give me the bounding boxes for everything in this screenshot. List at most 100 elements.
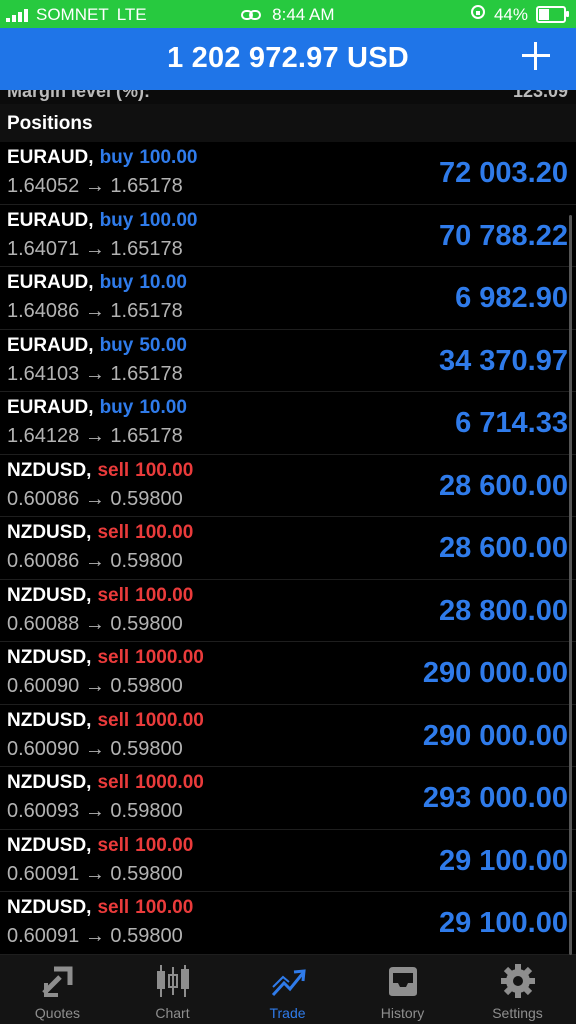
- position-side: sell: [97, 709, 130, 731]
- position-volume: 100.00: [139, 209, 198, 231]
- history-inbox-icon: [389, 967, 417, 996]
- position-prices: 0.60091 → 0.59800: [7, 862, 183, 885]
- status-bar: SOMNET LTE 8:44 AM 44%: [0, 0, 576, 28]
- tab-label: History: [380, 1005, 425, 1021]
- position-row[interactable]: NZDUSD, sell 1000.00 0.60090 → 0.59800 290 0…: [0, 705, 576, 767]
- section-title: Positions: [7, 113, 93, 134]
- position-title: EURAUD, buy 50.00: [7, 335, 187, 357]
- position-title: NZDUSD, sell 100.00: [7, 585, 193, 607]
- position-profit: 28 800.00: [438, 594, 568, 627]
- position-title: EURAUD, buy 10.00: [7, 397, 187, 419]
- position-volume: 100.00: [135, 459, 194, 481]
- position-side: sell: [97, 897, 130, 918]
- position-profit: 70 788.22: [438, 219, 568, 252]
- position-row[interactable]: NZDUSD, sell 100.00 0.60091 → 0.59800 29 100…: [0, 892, 576, 955]
- position-volume: 100.00: [135, 522, 194, 543]
- position-side: sell: [97, 834, 130, 856]
- position-symbol: NZDUSD,: [7, 647, 92, 668]
- position-volume: 10.00: [139, 272, 187, 293]
- app-header: 1 202 972.97 USD: [0, 28, 576, 90]
- position-profit: 290 000.00: [422, 719, 568, 752]
- position-title: NZDUSD, sell 100.00: [7, 522, 193, 544]
- position-prices: 1.64086 → 1.65178: [7, 300, 183, 322]
- position-row[interactable]: NZDUSD, sell 100.00 0.60086 → 0.59800 28 600…: [0, 517, 576, 580]
- position-title: NZDUSD, sell 100.00: [7, 460, 193, 482]
- position-title: EURAUD, buy 100.00: [7, 210, 197, 232]
- position-title: NZDUSD, sell 1000.00: [7, 647, 204, 669]
- position-profit: 28 600.00: [438, 469, 568, 502]
- position-title: NZDUSD, sell 100.00: [7, 835, 193, 857]
- add-order-button[interactable]: [522, 42, 550, 70]
- position-side: buy: [99, 147, 134, 168]
- position-profit: 34 370.97: [438, 344, 568, 377]
- position-symbol: EURAUD,: [7, 397, 94, 418]
- position-row[interactable]: EURAUD, buy 100.00 1.64071 → 1.65178 70 788.…: [0, 205, 576, 267]
- tab-settings[interactable]: Settings: [460, 955, 575, 1024]
- margin-level-row: Margin level (%): 123.09: [0, 90, 576, 104]
- position-symbol: NZDUSD,: [7, 709, 92, 731]
- position-volume: 100.00: [139, 147, 198, 168]
- position-symbol: EURAUD,: [7, 272, 94, 293]
- position-row[interactable]: NZDUSD, sell 1000.00 0.60093 → 0.59800 293 0…: [0, 767, 576, 830]
- position-title: NZDUSD, sell 1000.00: [7, 710, 204, 732]
- position-prices: 1.64128 → 1.65178: [7, 425, 183, 447]
- position-volume: 10.00: [139, 397, 187, 418]
- position-volume: 50.00: [139, 334, 187, 356]
- battery-icon: [536, 6, 569, 23]
- position-symbol: EURAUD,: [7, 147, 94, 168]
- position-row[interactable]: NZDUSD, sell 100.00 0.60091 → 0.59800 29 100…: [0, 830, 576, 892]
- position-profit: 6 982.90: [455, 282, 568, 314]
- position-volume: 100.00: [135, 834, 194, 856]
- position-row[interactable]: EURAUD, buy 10.00 1.64086 → 1.65178 6 982.90: [0, 267, 576, 330]
- position-volume: 1000.00: [135, 647, 204, 668]
- tab-label: Quotes: [34, 1005, 81, 1021]
- position-profit: 293 000.00: [422, 782, 568, 814]
- positions-list[interactable]: EURAUD, buy 100.00 1.64052 → 1.65178 72 003.…: [0, 142, 576, 955]
- position-row[interactable]: EURAUD, buy 10.00 1.64128 → 1.65178 6 714.33: [0, 392, 576, 455]
- position-prices: 0.60093 → 0.59800: [7, 800, 183, 822]
- margin-level-label: Margin level (%):: [7, 90, 151, 101]
- position-prices: 0.60086 → 0.59800: [7, 550, 183, 572]
- position-profit: 72 003.20: [438, 157, 568, 189]
- position-row[interactable]: EURAUD, buy 50.00 1.64103 → 1.65178 34 370.9…: [0, 330, 576, 392]
- position-symbol: NZDUSD,: [7, 522, 92, 543]
- position-symbol: NZDUSD,: [7, 834, 92, 856]
- position-symbol: EURAUD,: [7, 209, 94, 231]
- position-profit: 29 100.00: [438, 844, 568, 877]
- margin-level-value: 123.09: [512, 90, 568, 101]
- tab-bar: Quotes Chart Trade History Settings: [0, 955, 576, 1024]
- tab-chart[interactable]: Chart: [115, 955, 230, 1024]
- position-prices: 1.64103 → 1.65178: [7, 362, 183, 385]
- position-prices: 0.60086 → 0.59800: [7, 487, 183, 510]
- position-profit: 28 600.00: [438, 532, 568, 564]
- positions-section-header: Positions: [0, 104, 576, 142]
- chart-candles-icon: [157, 965, 189, 997]
- position-symbol: EURAUD,: [7, 334, 94, 356]
- position-prices: 0.60091 → 0.59800: [7, 925, 183, 947]
- position-side: buy: [99, 272, 134, 293]
- position-title: NZDUSD, sell 1000.00: [7, 772, 204, 794]
- position-prices: 1.64071 → 1.65178: [7, 237, 183, 260]
- position-row[interactable]: NZDUSD, sell 100.00 0.60086 → 0.59800 28 600…: [0, 455, 576, 517]
- tab-quotes[interactable]: Quotes: [0, 955, 115, 1024]
- position-side: sell: [97, 459, 130, 481]
- scrollbar[interactable]: [569, 215, 572, 955]
- rotation-lock-icon: [470, 4, 486, 25]
- position-row[interactable]: NZDUSD, sell 1000.00 0.60090 → 0.59800 290 0…: [0, 642, 576, 705]
- position-prices: 1.64052 → 1.65178: [7, 175, 183, 197]
- tab-trade[interactable]: Trade: [230, 955, 345, 1024]
- position-prices: 0.60090 → 0.59800: [7, 675, 183, 697]
- position-volume: 1000.00: [135, 772, 204, 793]
- battery-percent: 44%: [493, 4, 528, 24]
- tab-label: Trade: [269, 1005, 306, 1021]
- position-side: buy: [99, 397, 134, 418]
- account-balance-title: 1 202 972.97 USD: [167, 42, 409, 74]
- tab-history[interactable]: History: [345, 955, 460, 1024]
- tab-label: Chart: [155, 1005, 190, 1021]
- position-prices: 0.60090 → 0.59800: [7, 737, 183, 760]
- position-row[interactable]: EURAUD, buy 100.00 1.64052 → 1.65178 72 003.…: [0, 142, 576, 205]
- position-row[interactable]: NZDUSD, sell 100.00 0.60088 → 0.59800 28 800…: [0, 580, 576, 642]
- position-profit: 29 100.00: [438, 907, 568, 939]
- position-title: NZDUSD, sell 100.00: [7, 897, 193, 919]
- clock-time: 8:44 AM: [272, 5, 335, 24]
